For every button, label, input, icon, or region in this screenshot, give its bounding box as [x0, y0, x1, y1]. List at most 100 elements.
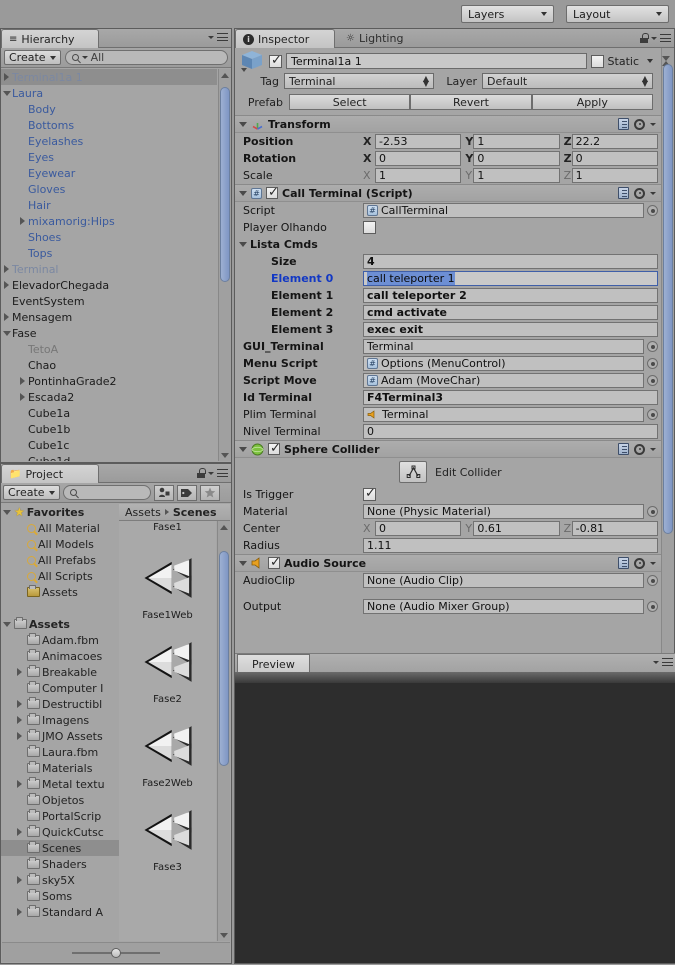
project-tree-item[interactable]: All Models [1, 536, 119, 552]
scroll-down-arrow-icon[interactable] [219, 449, 231, 461]
static-dropdown-icon[interactable] [647, 59, 653, 63]
project-tree-item[interactable]: Scenes [1, 840, 119, 856]
hierarchy-item[interactable]: Chao [1, 357, 217, 373]
hierarchy-item[interactable]: Cube1a [1, 405, 217, 421]
tab-hierarchy[interactable]: ≡ Hierarchy [1, 29, 99, 48]
tab-inspector[interactable]: i Inspector [235, 29, 335, 48]
asset-size-slider[interactable] [72, 947, 160, 958]
object-field[interactable]: Terminal [363, 407, 644, 422]
twisty-icon[interactable] [14, 780, 25, 788]
prefab-apply-button[interactable]: Apply [531, 94, 653, 110]
twisty-icon[interactable] [239, 560, 247, 566]
field-y[interactable]: 1 [473, 168, 560, 183]
hierarchy-create-button[interactable]: Create [4, 50, 61, 65]
field-z[interactable]: 0 [571, 151, 658, 166]
component-header[interactable]: # Call Terminal (Script) [235, 185, 661, 202]
project-panel-menu[interactable] [197, 468, 228, 478]
project-tree-item[interactable]: All Prefabs [1, 552, 119, 568]
twisty-icon[interactable] [1, 330, 12, 336]
object-picker-icon[interactable] [647, 358, 658, 369]
asset-item[interactable]: Fase1Web [119, 543, 216, 627]
text-field[interactable]: call teleporter 1 [363, 271, 658, 286]
layout-dropdown[interactable]: Layout [566, 5, 669, 23]
hierarchy-item[interactable]: Terminal [1, 261, 217, 277]
hierarchy-item[interactable]: Terminal1a 1 [1, 69, 217, 85]
twisty-icon[interactable] [239, 121, 247, 127]
object-picker-icon[interactable] [647, 205, 658, 216]
filter-by-label-icon[interactable] [176, 484, 197, 501]
object-picker-icon[interactable] [647, 375, 658, 386]
twisty-icon[interactable] [14, 732, 25, 740]
edit-collider-button[interactable] [399, 461, 427, 483]
hierarchy-item[interactable]: Shoes [1, 229, 217, 245]
project-tree-item[interactable]: Animacoes [1, 648, 119, 664]
prefab-revert-button[interactable]: Revert [410, 94, 532, 110]
hierarchy-item[interactable]: Cube1d [1, 453, 217, 462]
object-field[interactable]: None (Physic Material) [363, 504, 644, 519]
object-picker-icon[interactable] [647, 601, 658, 612]
tab-lighting[interactable]: ☼ Lighting [339, 29, 412, 48]
asset-size-slider-knob[interactable] [111, 947, 121, 958]
hierarchy-item[interactable]: Eyelashes [1, 133, 217, 149]
component-header[interactable]: Audio Source [235, 555, 661, 572]
text-field[interactable]: cmd activate [363, 305, 658, 320]
field-x[interactable]: 0 [375, 521, 462, 536]
twisty-icon[interactable] [239, 446, 247, 452]
twisty-icon[interactable] [1, 90, 12, 96]
twisty-icon[interactable] [14, 828, 25, 836]
hierarchy-item[interactable]: mixamorig:Hips [1, 213, 217, 229]
object-field[interactable]: None (Audio Mixer Group) [363, 599, 644, 614]
help-icon[interactable] [618, 443, 629, 455]
inspector-panel-menu[interactable] [640, 33, 671, 43]
scroll-down-arrow-icon[interactable] [218, 929, 230, 941]
field-z[interactable]: -0.81 [571, 521, 658, 536]
project-folder-tree[interactable]: ★ Favorites All Material All Models All Pref… [1, 504, 119, 962]
field-z[interactable]: 1 [571, 168, 658, 183]
hierarchy-item[interactable]: Cube1c [1, 437, 217, 453]
project-tree-item[interactable]: Metal textu [1, 776, 119, 792]
text-field[interactable]: 1.11 [363, 538, 658, 553]
field-y[interactable]: 0.61 [473, 521, 560, 536]
project-tree-item[interactable]: Breakable [1, 664, 119, 680]
text-field[interactable]: call teleporter 2 [363, 288, 658, 303]
project-tree-item[interactable]: Imagens [1, 712, 119, 728]
object-field[interactable]: # Adam (MoveChar) [363, 373, 644, 388]
project-tree-item[interactable]: QuickCutsc [1, 824, 119, 840]
project-search-input[interactable] [62, 485, 151, 500]
field-y[interactable]: 1 [473, 134, 560, 149]
field-x[interactable]: 1 [375, 168, 462, 183]
favorites-star-icon[interactable] [199, 484, 220, 501]
component-header[interactable]: Sphere Collider [235, 441, 661, 458]
twisty-icon[interactable] [1, 621, 12, 627]
project-tree-item[interactable]: All Material [1, 520, 119, 536]
tag-dropdown[interactable]: Terminal ▲ ▼ [284, 73, 434, 89]
object-field[interactable]: Terminal [363, 339, 644, 354]
project-tree-item[interactable]: Computer I [1, 680, 119, 696]
hierarchy-item[interactable]: Mensagem [1, 309, 217, 325]
asset-item[interactable]: Fase2 [119, 627, 216, 711]
project-create-button[interactable]: Create [3, 485, 60, 500]
twisty-icon[interactable] [1, 281, 12, 289]
layer-dropdown[interactable]: Default ▲ ▼ [482, 73, 653, 89]
asset-item[interactable]: Fase1 [119, 521, 216, 543]
gear-icon[interactable] [634, 443, 645, 455]
component-enabled-checkbox[interactable] [268, 441, 281, 456]
component-enabled-checkbox[interactable] [268, 555, 281, 570]
asset-item[interactable]: Fase3 [119, 795, 216, 879]
object-picker-icon[interactable] [647, 409, 658, 420]
twisty-icon[interactable] [17, 393, 28, 401]
twisty-icon[interactable] [14, 716, 25, 724]
field-x[interactable]: 0 [375, 151, 462, 166]
text-field[interactable]: 4 [363, 254, 658, 269]
text-field[interactable]: F4Terminal3 [363, 390, 658, 405]
property-checkbox[interactable] [363, 221, 376, 234]
project-tree-item[interactable]: Shaders [1, 856, 119, 872]
gameobject-enabled-checkbox[interactable] [269, 53, 282, 68]
hierarchy-panel-menu[interactable] [208, 33, 228, 41]
hierarchy-item[interactable]: ElevadorChegada [1, 277, 217, 293]
gear-icon[interactable] [634, 557, 645, 569]
hierarchy-item[interactable]: Hair [1, 197, 217, 213]
twisty-icon[interactable] [1, 265, 12, 273]
field-z[interactable]: 22.2 [571, 134, 658, 149]
lock-icon[interactable] [197, 468, 206, 478]
